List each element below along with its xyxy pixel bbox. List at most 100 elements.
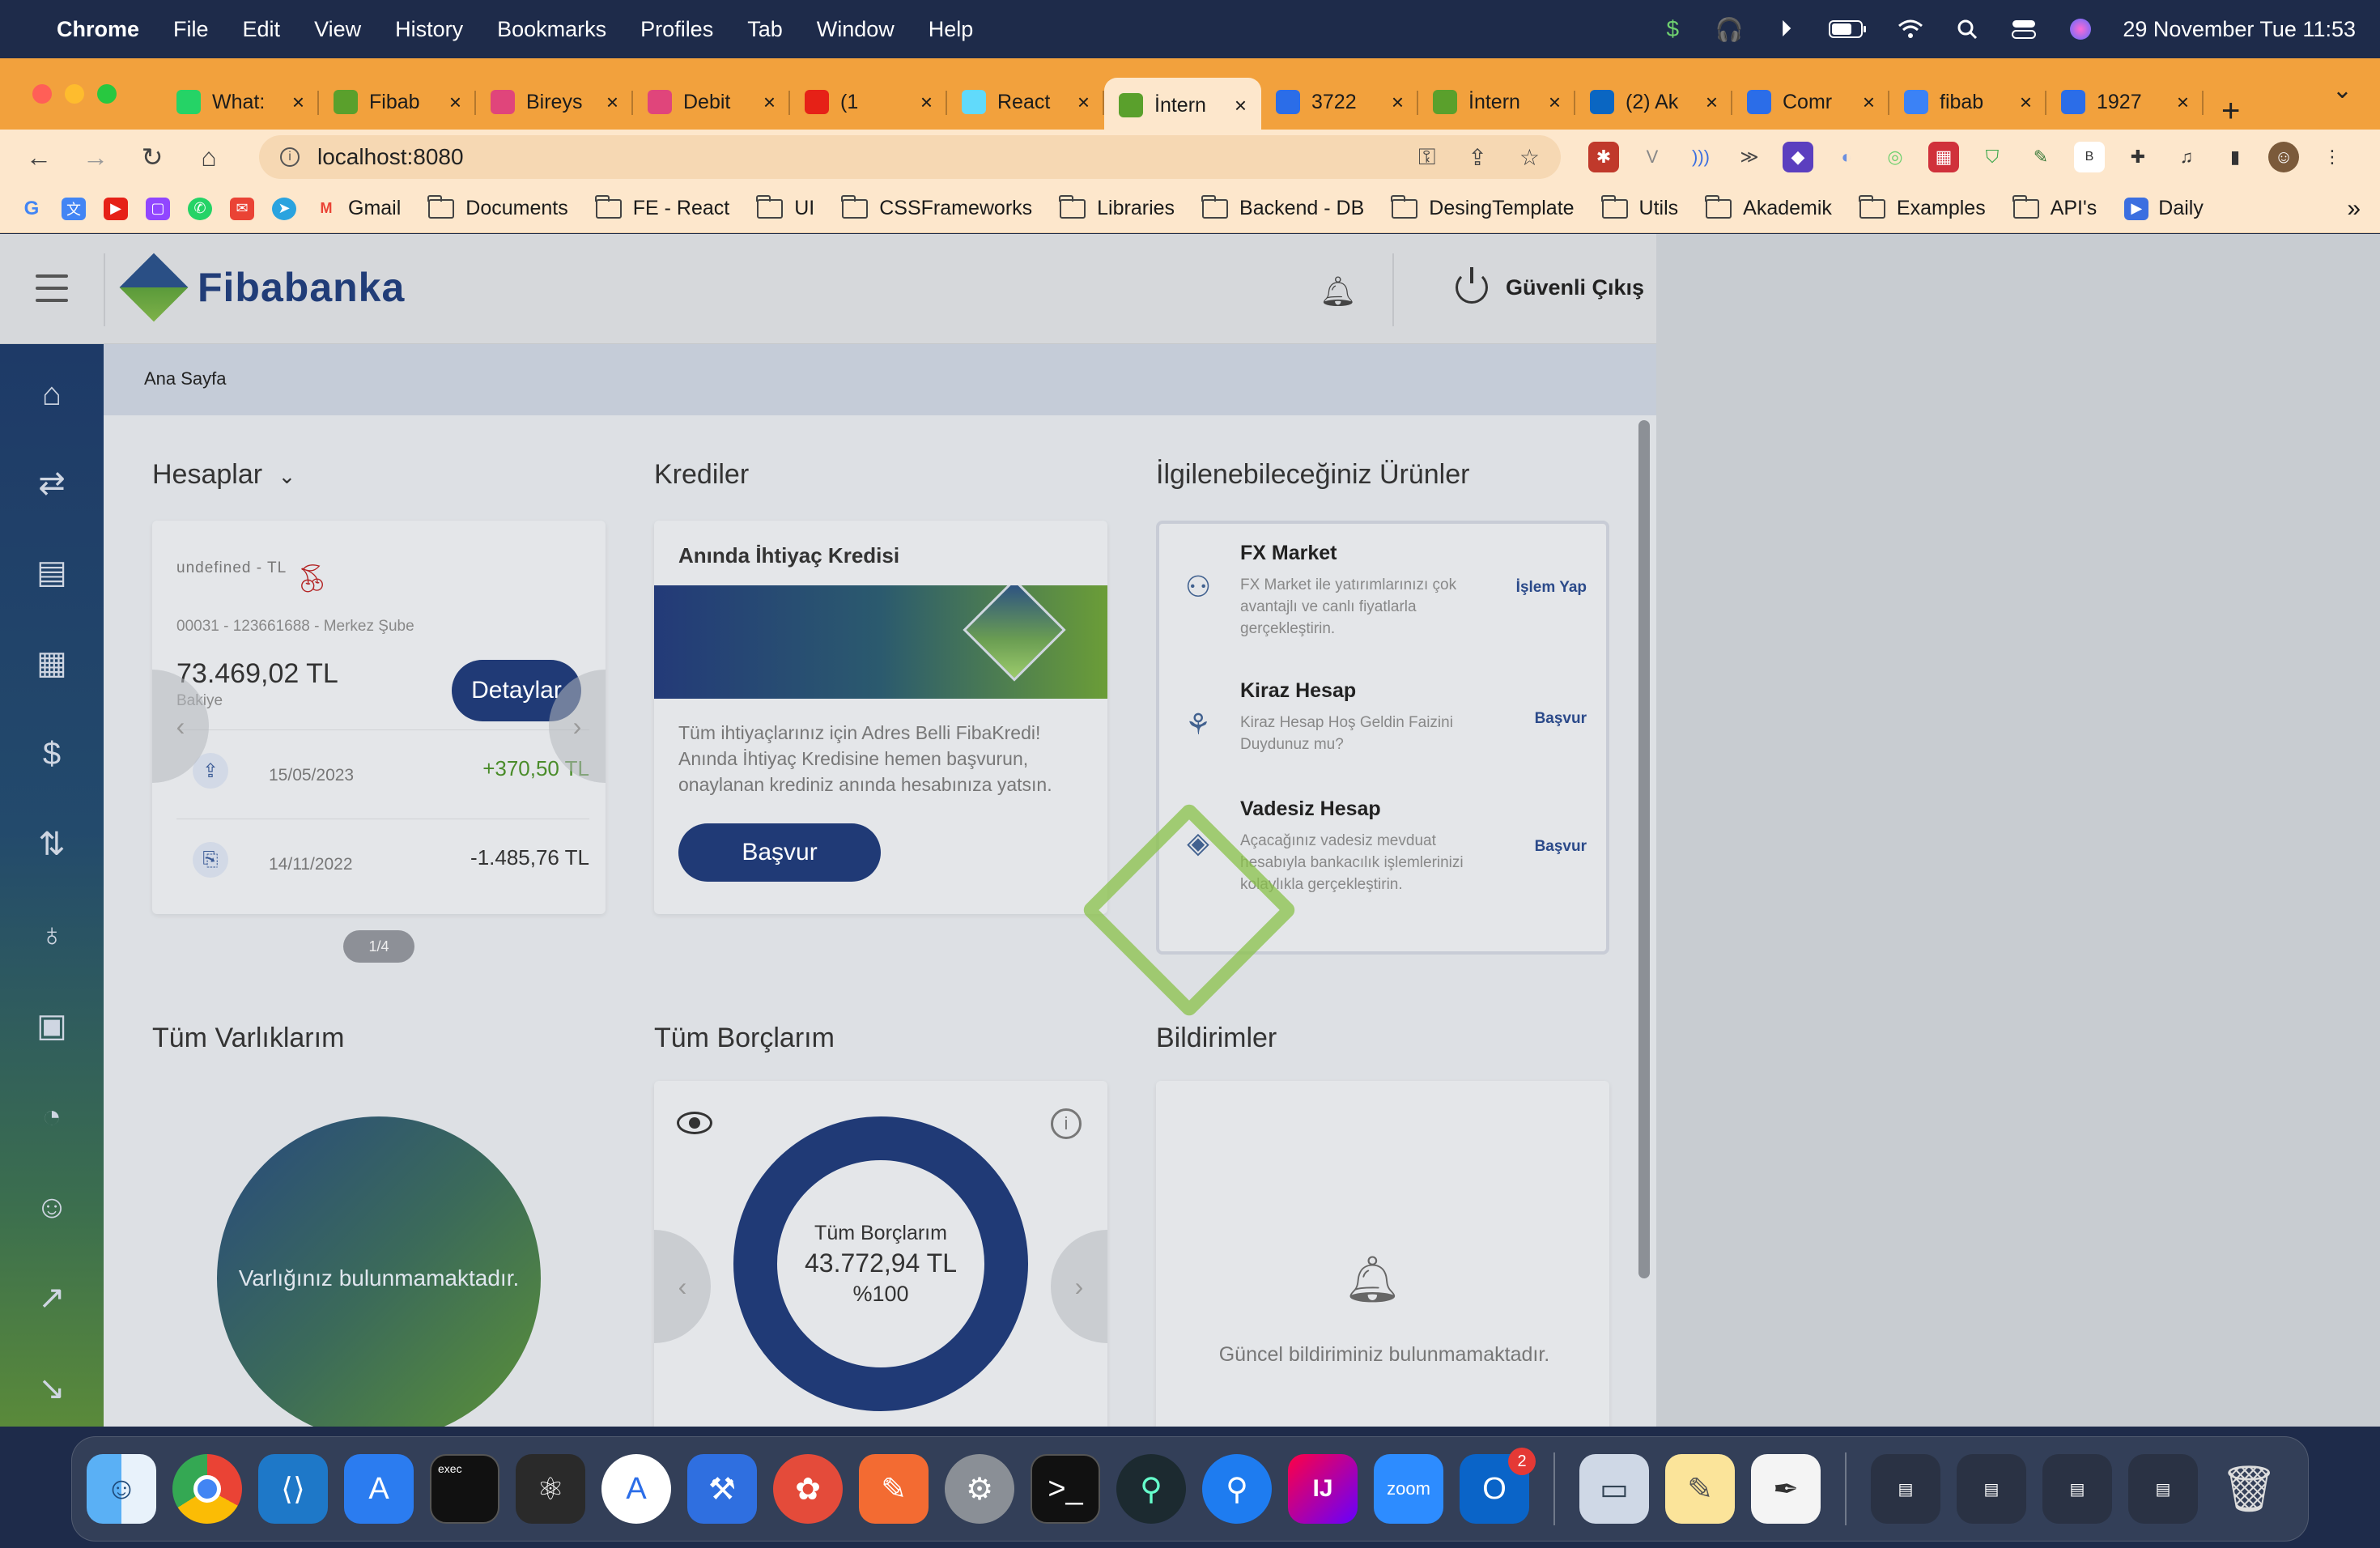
control-center-icon[interactable] xyxy=(2009,17,2038,41)
back-button[interactable]: ← xyxy=(18,142,60,172)
terminal-exec-icon[interactable]: exec xyxy=(430,1454,499,1524)
tab-close-icon[interactable]: × xyxy=(449,90,461,115)
finder-icon[interactable]: ☺ xyxy=(87,1454,156,1524)
sidebar-products-grid-icon[interactable]: ▦ xyxy=(29,640,74,686)
minimized-window-icon[interactable]: ▤ xyxy=(1957,1454,2026,1524)
spotlight-search-icon[interactable] xyxy=(1953,17,1982,41)
browser-tab[interactable]: Bireys × xyxy=(476,78,633,126)
close-window-icon[interactable] xyxy=(32,84,52,104)
menu-bookmarks[interactable]: Bookmarks xyxy=(497,17,606,42)
terminal-icon[interactable]: >_ xyxy=(1031,1454,1100,1524)
extension-2-icon[interactable]: ))) xyxy=(1685,142,1716,172)
sidebar-transfer-icon[interactable]: ⇄ xyxy=(29,461,74,506)
eye-icon[interactable] xyxy=(677,1112,712,1134)
apply-credit-button[interactable]: Başvur xyxy=(678,823,881,882)
sidebar-reports-icon[interactable]: ↗ xyxy=(29,1275,74,1320)
color-picker-icon[interactable]: ✎ xyxy=(2025,142,2056,172)
browser-tab[interactable]: İntern × xyxy=(1104,78,1261,133)
react-devtools-icon[interactable]: ⚛ xyxy=(516,1454,585,1524)
app-icon[interactable]: A xyxy=(601,1454,671,1524)
menu-file[interactable]: File xyxy=(173,17,209,42)
sidebar-savings-icon[interactable]: ♁ xyxy=(29,912,74,958)
accounts-title[interactable]: Hesaplar ⌄ xyxy=(152,459,295,491)
bookmark-backend-db[interactable]: Backend - DB xyxy=(1201,194,1364,220)
vscode-icon[interactable]: ⟨⟩ xyxy=(258,1454,328,1524)
tab-close-icon[interactable]: × xyxy=(763,90,776,115)
google-icon[interactable]: G xyxy=(19,198,44,220)
extension-4-icon[interactable]: ◆ xyxy=(1783,142,1813,172)
xcode-icon[interactable]: ⚒ xyxy=(687,1454,757,1524)
sidebar-applications-icon[interactable]: ▣ xyxy=(29,1003,74,1048)
minimize-window-icon[interactable] xyxy=(65,84,84,104)
tab-close-icon[interactable]: × xyxy=(1863,90,1875,115)
notification-bell-icon[interactable]: 🔔︎ xyxy=(1320,274,1357,308)
outlook-icon[interactable]: O2 xyxy=(1460,1448,1536,1524)
tab-close-icon[interactable]: × xyxy=(606,90,618,115)
password-key-icon[interactable]: ⚿ xyxy=(1418,144,1435,171)
sidebar-investments-icon[interactable]: ⇅ xyxy=(29,822,74,867)
notes-icon[interactable]: ✎ xyxy=(1665,1454,1735,1524)
textedit-icon[interactable]: ✒ xyxy=(1751,1454,1821,1524)
play-icon[interactable]: ⏵ xyxy=(1771,16,1800,41)
siri-icon[interactable] xyxy=(2066,17,2095,41)
system-settings-icon[interactable]: ⚙ xyxy=(945,1454,1014,1524)
extensions-puzzle-icon[interactable]: ✚ xyxy=(2123,142,2153,172)
trash-icon[interactable]: 🗑︎ xyxy=(2214,1454,2284,1524)
sidebar-home-icon[interactable]: ⌂ xyxy=(29,372,74,417)
battery-icon[interactable] xyxy=(1828,17,1868,41)
tab-close-icon[interactable]: × xyxy=(1235,93,1247,118)
brand-logo[interactable]: Fibabanka xyxy=(119,253,405,322)
profile-avatar[interactable]: ☺ xyxy=(2268,142,2299,172)
share-icon[interactable]: ⇪ xyxy=(1468,144,1486,171)
menu-history[interactable]: History xyxy=(395,17,463,42)
extension-shield-icon[interactable]: ⛉ xyxy=(1977,142,2008,172)
browser-tab[interactable]: Debit × xyxy=(633,78,790,126)
browser-menu-icon[interactable]: ⋮ xyxy=(2317,142,2348,172)
sidebar-pie-chart-icon[interactable]: ◔ xyxy=(29,1094,74,1139)
zoom-icon[interactable]: zoom xyxy=(1374,1454,1443,1524)
forward-button[interactable]: → xyxy=(74,142,117,172)
bookmark-akademik[interactable]: Akademik xyxy=(1705,194,1832,220)
minimized-window-icon[interactable]: ▤ xyxy=(2042,1454,2112,1524)
bookmark-apis[interactable]: API's xyxy=(2012,194,2097,220)
product-action-button[interactable]: İşlem Yap xyxy=(1516,579,1587,597)
google-translate-icon[interactable]: 文 xyxy=(62,197,86,220)
browser-tab[interactable]: fibab × xyxy=(1889,78,2046,126)
bookmark-libraries[interactable]: Libraries xyxy=(1059,194,1175,220)
product-action-button[interactable]: Başvur xyxy=(1535,838,1587,856)
wifi-icon[interactable] xyxy=(1896,17,1925,41)
tab-close-icon[interactable]: × xyxy=(1077,90,1090,115)
preview-icon[interactable]: ▭ xyxy=(1579,1454,1649,1524)
browser-tab[interactable]: What: × xyxy=(162,78,319,126)
bookmark-star-icon[interactable]: ☆ xyxy=(1519,144,1540,171)
browser-tab[interactable]: Comr × xyxy=(1732,78,1889,126)
chrome-icon[interactable] xyxy=(172,1454,242,1524)
menu-view[interactable]: View xyxy=(314,17,361,42)
tab-close-icon[interactable]: × xyxy=(1549,90,1561,115)
menu-tab[interactable]: Tab xyxy=(747,17,783,42)
logout-button[interactable]: Güvenli Çıkış xyxy=(1456,267,1644,304)
mail-icon[interactable]: ✉ xyxy=(230,197,254,220)
url-text[interactable]: localhost:8080 xyxy=(317,144,464,170)
browser-tab[interactable]: (2) Ak × xyxy=(1575,78,1732,126)
whatsapp-icon[interactable]: ✆ xyxy=(188,197,212,220)
product-action-button[interactable]: Başvur xyxy=(1535,710,1587,728)
browser-tab[interactable]: İntern × xyxy=(1418,78,1575,126)
sidebar-payments-icon[interactable]: ▤ xyxy=(29,550,74,595)
tab-close-icon[interactable]: × xyxy=(1392,90,1404,115)
transaction-row[interactable]: ⇪ 15/05/2023 +370,50 TL xyxy=(176,729,589,810)
bookmark-ui[interactable]: UI xyxy=(756,194,814,220)
sourcetree-icon[interactable]: ✿ xyxy=(773,1454,843,1524)
extension-7-icon[interactable]: ▦ xyxy=(1928,142,1959,172)
sidebar-support-icon[interactable]: ☺ xyxy=(29,1184,74,1230)
tab-search-chevron-icon[interactable]: ⌄ xyxy=(2332,76,2352,104)
extension-1-icon[interactable]: ✱ xyxy=(1588,142,1619,172)
app-store-icon[interactable]: A xyxy=(344,1454,414,1524)
info-icon[interactable]: i xyxy=(1051,1108,1082,1139)
side-panel-icon[interactable]: ▮ xyxy=(2220,142,2250,172)
bookmark-examples[interactable]: Examples xyxy=(1858,194,1986,220)
twitch-icon[interactable]: ▢ xyxy=(146,197,170,220)
menu-profiles[interactable]: Profiles xyxy=(640,17,713,42)
media-control-icon[interactable]: ♫ xyxy=(2171,142,2202,172)
gitkraken-icon[interactable]: ⚲ xyxy=(1116,1454,1186,1524)
